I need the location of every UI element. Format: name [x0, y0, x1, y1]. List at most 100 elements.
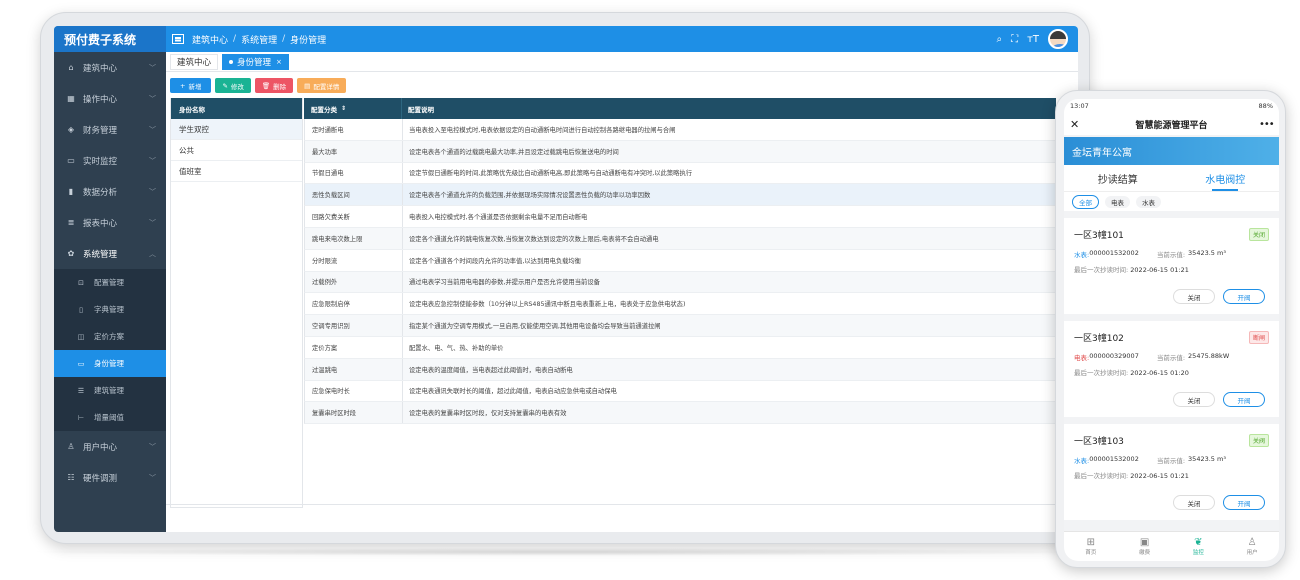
nav-label: 缴费	[1139, 550, 1151, 556]
sidebar-item[interactable]: ▦ 操作中心 ﹀	[54, 83, 166, 114]
sidebar-item-label: 操作中心	[83, 94, 118, 105]
sidebar-item[interactable]: ✿ 系统管理 ︿	[54, 238, 166, 269]
table-row[interactable]: 复囊串时区时段 设定电表的复囊串时区时段，仅对支持复囊串的电表有效	[304, 402, 1056, 425]
table-row[interactable]: 最大功率 设定电表各个通道的过载跳电最大功率,并且设定过载跳电后恢复送电的时间	[304, 140, 1056, 163]
sidebar-item[interactable]: ☷ 硬件调测 ﹀	[54, 462, 166, 493]
add-button[interactable]: + 新增	[170, 78, 212, 93]
sidebar-item-label: 实时监控	[83, 156, 118, 167]
sidebar-subitem[interactable]: ▭ 身份管理	[54, 350, 166, 377]
sidebar-item[interactable]: ≣ 报表中心 ﹀	[54, 207, 166, 238]
config-category: 节假日通电	[305, 162, 403, 184]
search-icon[interactable]: ⌕	[996, 34, 1002, 45]
filter-all[interactable]: 全部	[1072, 194, 1099, 209]
more-icon[interactable]: •••	[1259, 119, 1275, 130]
tab-identity-management[interactable]: 身份管理 ×	[222, 53, 289, 70]
phone-tabs: 抄读结算 水电阀控	[1064, 165, 1279, 191]
user-icon: ♙	[1247, 537, 1257, 548]
open-valve-button[interactable]: 开阀	[1223, 392, 1265, 407]
current-label: 当前示值:	[1156, 251, 1186, 259]
avatar[interactable]	[1048, 29, 1068, 49]
menu-toggle-icon[interactable]	[172, 34, 184, 44]
tab-valve-control[interactable]: 水电阀控	[1172, 165, 1280, 191]
nav-label: 首页	[1085, 550, 1097, 556]
sidebar-item[interactable]: ▭ 实时监控 ﹀	[54, 145, 166, 176]
edit-button[interactable]: ✎ 修改	[215, 78, 251, 93]
chevron-down-icon: ﹀	[149, 187, 156, 196]
delete-button[interactable]: 🗑 删除	[254, 78, 294, 93]
sidebar-subitem[interactable]: ⊡ 配置管理	[54, 269, 166, 296]
tablet-frame: 预付费子系统 建筑中心 / 系统管理 / 身份管理 ⌕ ⛶ тT ⌂ 建筑中心 ﹀ ▦…	[40, 12, 1090, 544]
status-badge: 关阀	[1248, 434, 1269, 447]
table-row[interactable]: 分时限流 设定各个通道各个时间段内允许的功率值,以达到用电负载均衡	[304, 249, 1056, 272]
sidebar-item[interactable]: ♙ 用户中心 ﹀	[54, 431, 166, 462]
current-value: 35423.5 m³	[1188, 249, 1226, 257]
nav-monitor[interactable]: ❦ 监控	[1172, 532, 1226, 561]
table-row[interactable]: 空调专用识别 指定某个通道为空调专用模式,一旦启用,仅能使用空调,其他用电设备均会…	[304, 315, 1056, 337]
config-description: 电表投入电控模式时,各个通道是否依据剩余电量不足而自动断电	[409, 214, 588, 222]
close-icon[interactable]: ✕	[1070, 118, 1084, 131]
config-description: 设定节假日通断电的时间,此策略优先级比自动通断电高,即此策略与自动通断电有冲突时…	[409, 170, 693, 178]
room-title: 一区3幢102	[1074, 334, 1124, 344]
nav-home[interactable]: ⊞ 首页	[1064, 532, 1118, 561]
tab-label: 身份管理	[237, 57, 272, 68]
sidebar-subitem[interactable]: ⊢ 增量阈值	[54, 404, 166, 431]
config-category: 应急限制启停	[305, 293, 403, 315]
edit-label: 修改	[230, 82, 244, 91]
fullscreen-icon[interactable]: ⛶	[1011, 34, 1018, 45]
config-category: 分时限流	[305, 249, 403, 271]
font-size-icon[interactable]: тT	[1027, 34, 1039, 45]
chevron-down-icon: ﹀	[149, 156, 156, 165]
breadcrumb-item[interactable]: 建筑中心	[192, 33, 228, 46]
sidebar-subitem[interactable]: ▯ 字典管理	[54, 296, 166, 323]
open-valve-button[interactable]: 开阀	[1223, 289, 1265, 304]
table-row[interactable]: 应急保电时长 设定电表通讯失联时长的阈值，超过此阈值，电表启动应急供电或自动保电	[304, 380, 1056, 403]
close-valve-button[interactable]: 关闭	[1173, 495, 1215, 510]
close-valve-button[interactable]: 关闭	[1173, 392, 1215, 407]
phone-title: 智慧能源管理平台	[1135, 120, 1208, 131]
table-row[interactable]: 应急限制启停 设定电表应急控制使能参数（10分钟以上RS485通讯中断且电表重新上…	[304, 293, 1056, 316]
table-row[interactable]: 过载例外 通过电表学习当前用电电器的参数,并提示用户是否允许使用当前设备	[304, 271, 1056, 294]
filter-water[interactable]: 水表	[1136, 195, 1161, 208]
chevron-down-icon: ﹀	[149, 63, 156, 72]
config-description: 设定电表各个通道的过载跳电最大功率,并且设定过载跳电后恢复送电的时间	[409, 148, 619, 156]
filter-bar: 全部 电表 水表	[1064, 191, 1279, 211]
nav-label: 用户	[1246, 550, 1258, 556]
table-row[interactable]: 过温跳电 设定电表的温度阈值，当电表超过此阈值时，电表自动断电	[304, 358, 1056, 381]
open-valve-button[interactable]: 开阀	[1223, 495, 1265, 510]
last-read-label: 最后一次抄读时间:	[1074, 369, 1129, 377]
chevron-down-icon: ﹀	[149, 442, 156, 451]
tab-meter-reading[interactable]: 抄读结算	[1064, 165, 1172, 191]
column-header-category[interactable]: 配置分类 ⇕	[304, 98, 402, 119]
config-detail-button[interactable]: ▤ 配置详情	[297, 78, 347, 93]
identity-row[interactable]: 学生双控	[171, 119, 302, 140]
identity-row[interactable]: 值班室	[171, 161, 302, 182]
filter-electric[interactable]: 电表	[1105, 195, 1130, 208]
table-row[interactable]: 节假日通电 设定节假日通断电的时间,此策略优先级比自动通断电高,即此策略与自动通断…	[304, 162, 1056, 185]
table-row[interactable]: 定价方案 配置水、电、气、热、补助的单价	[304, 336, 1056, 359]
sidebar-subitem[interactable]: ◫ 定价方案	[54, 323, 166, 350]
sidebar-item-label: 财务管理	[83, 125, 118, 136]
sort-icon[interactable]: ⇕	[341, 105, 346, 112]
meter-card: 一区3幢101 关闭 水表: 000001532002 当前示值: 35423.5 m³ 最…	[1064, 218, 1279, 314]
sidebar-subitem[interactable]: ☰ 建筑管理	[54, 377, 166, 404]
nav-payment[interactable]: ▣ 缴费	[1118, 532, 1172, 561]
database-icon: ≣	[67, 218, 75, 227]
submenu-icon: ⊡	[78, 278, 84, 287]
sidebar-item[interactable]: ▮ 数据分析 ﹀	[54, 176, 166, 207]
table-row[interactable]: 定时通断电 当电表投入至电控模式时,电表依据设定的自动通断电时间进行自动控制各路继…	[304, 119, 1056, 141]
sidebar-item[interactable]: ◈ 财务管理 ﹀	[54, 114, 166, 145]
table-row[interactable]: 回路欠费关断 电表投入电控模式时,各个通道是否依据剩余电量不足而自动断电	[304, 206, 1056, 228]
table-row[interactable]: 跳电来电次数上限 设定各个通道允许的跳电恢复次数,当恢复次数达到设定的次数上限后,…	[304, 227, 1056, 250]
sidebar-item[interactable]: ⌂ 建筑中心 ﹀	[54, 52, 166, 83]
close-icon[interactable]: ×	[276, 58, 282, 66]
close-valve-button[interactable]: 关闭	[1173, 289, 1215, 304]
table-row[interactable]: 恶性负载区间 设定电表各个通道允许的负载范围,并依据现场实际情况设置恶性负载的功率…	[304, 184, 1056, 207]
breadcrumb-item[interactable]: 系统管理	[241, 33, 277, 46]
tab-building-center[interactable]: 建筑中心	[170, 53, 219, 70]
nav-user[interactable]: ♙ 用户	[1225, 532, 1279, 561]
identity-row[interactable]: 公共	[171, 140, 302, 161]
sidebar-subitem-label: 建筑管理	[94, 386, 124, 395]
config-description: 设定各个通道各个时间段内允许的功率值,以达到用电负载均衡	[409, 257, 582, 265]
submenu-icon: ◫	[77, 332, 85, 341]
meter-card: 一区3幢102 断闸 电表: 000000329007 当前示值: 25475.88kW 最…	[1064, 321, 1279, 417]
